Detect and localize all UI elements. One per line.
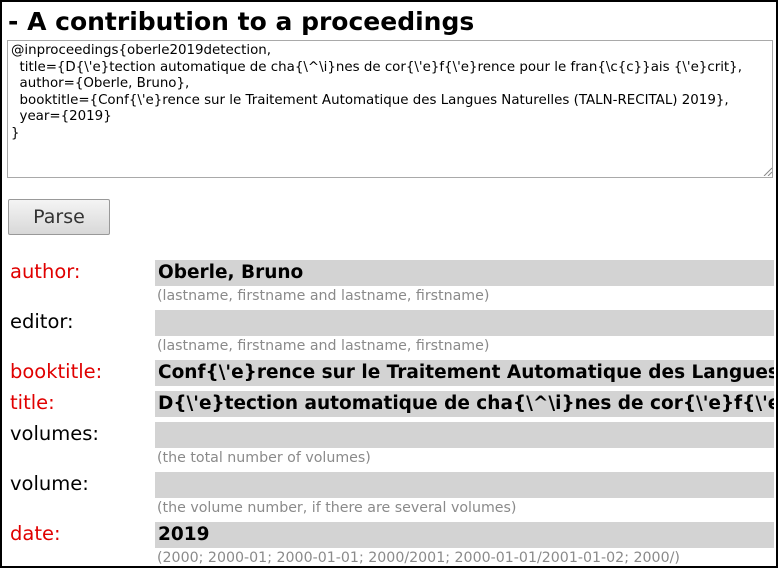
volumes-field[interactable] (155, 422, 774, 448)
parse-button[interactable]: Parse (8, 199, 110, 235)
date-label: date: (10, 522, 61, 545)
bibtex-input[interactable]: @inproceedings{oberle2019detection, titl… (7, 40, 773, 178)
editor-hint: (lastname, firstname and lastname, first… (157, 338, 490, 354)
editor-field[interactable] (155, 310, 774, 336)
title-field[interactable]: D{\'e}tection automatique de cha{\^\i}ne… (155, 391, 774, 417)
page-heading: - A contribution to a proceedings (8, 7, 475, 36)
title-label: title: (10, 391, 55, 414)
resize-grip-icon[interactable] (762, 166, 772, 176)
volume-field[interactable] (155, 472, 774, 498)
date-field[interactable]: 2019 (155, 522, 774, 548)
author-field[interactable]: Oberle, Bruno (155, 260, 774, 286)
editor-label: editor: (10, 310, 74, 333)
volume-hint: (the volume number, if there are several… (157, 500, 517, 516)
author-hint: (lastname, firstname and lastname, first… (157, 288, 490, 304)
author-label: author: (10, 260, 81, 283)
booktitle-label: booktitle: (10, 360, 103, 383)
volume-label: volume: (10, 472, 89, 495)
booktitle-field[interactable]: Conf{\'e}rence sur le Traitement Automat… (155, 360, 774, 386)
volumes-hint: (the total number of volumes) (157, 450, 371, 466)
volumes-label: volumes: (10, 422, 99, 445)
date-hint: (2000; 2000-01; 2000-01-01; 2000/2001; 2… (157, 550, 680, 566)
